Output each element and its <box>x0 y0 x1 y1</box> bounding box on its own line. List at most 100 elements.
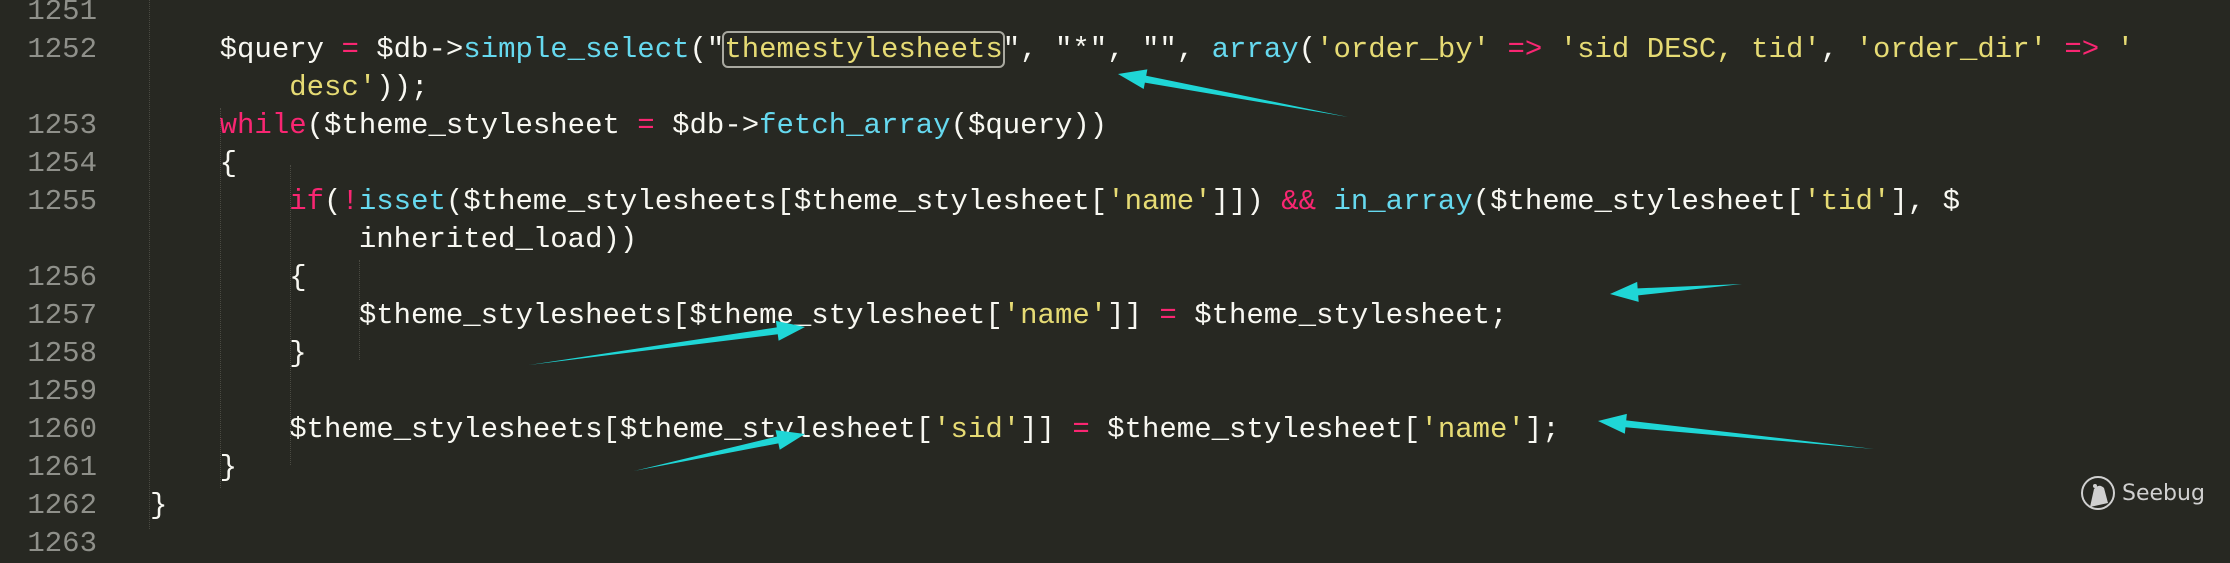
string-token: 'name' <box>1420 413 1525 446</box>
line-number[interactable]: 1254 <box>0 145 97 183</box>
code-text: $theme_stylesheets[$theme_stylesheet[ <box>150 299 1003 332</box>
code-text: { <box>150 261 307 294</box>
string-token: desc' <box>289 71 377 104</box>
code-text: ($theme_stylesheets[$theme_stylesheet[ <box>445 185 1108 218</box>
keyword-token: = <box>1072 413 1090 446</box>
code-content: $query = $db->simple_select("themestyles… <box>150 31 2134 69</box>
string-token: 'name' <box>1002 299 1108 332</box>
code-text: )); <box>376 71 429 104</box>
code-text: { <box>150 147 238 180</box>
code-content: desc')); <box>150 69 428 107</box>
code-content: inherited_load)) <box>150 221 637 259</box>
string-token: ' <box>2116 33 2135 66</box>
code-line: 1253 while($theme_stylesheet = $db->fetc… <box>0 107 2230 145</box>
code-content: } <box>150 487 167 525</box>
code-line: 1262} <box>0 487 2230 525</box>
keyword-token: => <box>2047 33 2100 66</box>
function-token: array <box>1211 33 1299 66</box>
string-token: 'sid DESC, tid' <box>1559 33 1821 66</box>
keyword-token: = <box>341 33 359 66</box>
keyword-token: = <box>1159 299 1177 332</box>
code-line: 1255 if(!isset($theme_stylesheets[$theme… <box>0 183 2230 221</box>
code-line: 1254 { <box>0 145 2230 183</box>
line-number[interactable]: 1260 <box>0 411 97 449</box>
code-line: 1257 $theme_stylesheets[$theme_styleshee… <box>0 297 2230 335</box>
function-token: fetch_array <box>759 109 951 142</box>
code-content: while($theme_stylesheet = $db->fetch_arr… <box>150 107 1108 145</box>
code-content: } <box>150 449 237 487</box>
string-token: 'name' <box>1107 185 1212 218</box>
code-text: ]]) <box>1211 185 1282 218</box>
code-text: $theme_stylesheet[ <box>1089 413 1421 446</box>
code-text: ( <box>324 185 342 218</box>
code-line: 1259 <box>0 373 2230 411</box>
code-line: 1258 } <box>0 335 2230 373</box>
code-text: inherited_load)) <box>150 223 638 256</box>
line-number[interactable]: 1253 <box>0 107 97 145</box>
string-token: 'tid' <box>1803 185 1891 218</box>
line-number[interactable]: 1255 <box>0 183 97 221</box>
seebug-bug-logo-icon <box>2081 476 2115 510</box>
highlighted-search-match: themestylesheets <box>722 31 1005 68</box>
code-editor[interactable]: 1251 1252 $query = $db->simple_select("th… <box>0 0 2230 563</box>
line-number[interactable]: 1262 <box>0 487 97 525</box>
code-text: ]] <box>1107 299 1160 332</box>
indent-guide <box>220 108 221 488</box>
code-line-wrap: inherited_load)) <box>0 221 2230 259</box>
keyword-token: if <box>289 185 325 218</box>
line-number[interactable]: 1258 <box>0 335 97 373</box>
indent-guide <box>149 0 150 529</box>
code-text: (" <box>689 33 725 66</box>
code-text: } <box>150 489 168 522</box>
code-text: $theme_stylesheet; <box>1176 299 1508 332</box>
string-token: 'order_dir' <box>1855 33 2047 66</box>
code-line: 1260 $theme_stylesheets[$theme_styleshee… <box>0 411 2230 449</box>
code-text: $theme_stylesheets[$theme_stylesheet[ <box>150 413 934 446</box>
code-text: ($query)) <box>950 109 1108 142</box>
function-token: simple_select <box>463 33 690 66</box>
line-number[interactable]: 1256 <box>0 259 97 297</box>
code-line: 1263 <box>0 525 2230 563</box>
seebug-watermark: Seebug <box>2080 475 2205 511</box>
code-line: 1261 } <box>0 449 2230 487</box>
code-text: , <box>1820 33 1856 66</box>
string-token: 'sid' <box>933 413 1021 446</box>
code-text: } <box>150 337 307 370</box>
code-text: ]; <box>1524 413 1560 446</box>
code-text: ( <box>1298 33 1317 66</box>
keyword-token: = <box>637 109 655 142</box>
code-text: ($theme_stylesheet[ <box>1472 185 1804 218</box>
line-number[interactable]: 1259 <box>0 373 97 411</box>
line-number[interactable]: 1251 <box>0 0 97 31</box>
line-number[interactable]: 1252 <box>0 31 97 69</box>
code-content: if(!isset($theme_stylesheets[$theme_styl… <box>150 183 1960 221</box>
code-line: 1256 { <box>0 259 2230 297</box>
code-text: } <box>150 451 238 484</box>
line-number[interactable]: 1261 <box>0 449 97 487</box>
code-line: 1252 $query = $db->simple_select("themes… <box>0 31 2230 69</box>
code-text: $db-> <box>654 109 760 142</box>
code-content: $theme_stylesheets[$theme_stylesheet['na… <box>150 297 1508 335</box>
line-number[interactable]: 1257 <box>0 297 97 335</box>
keyword-token: => <box>1490 33 1543 66</box>
code-text: ], $ <box>1890 185 1960 218</box>
keyword-token: while <box>219 109 307 142</box>
code-text: ", "*", "", <box>1002 33 1212 66</box>
code-text: ]] <box>1020 413 1073 446</box>
indent-guide <box>290 165 291 465</box>
string-token: 'order_by' <box>1316 33 1491 66</box>
code-line-wrap: desc')); <box>0 69 2230 107</box>
code-text: $db-> <box>358 33 464 66</box>
code-content: { <box>150 145 237 183</box>
line-number[interactable]: 1263 <box>0 525 97 563</box>
code-content: $theme_stylesheets[$theme_stylesheet['si… <box>150 411 1560 449</box>
keyword-token: && <box>1281 185 1317 218</box>
code-content: { <box>150 259 307 297</box>
watermark-text: Seebug <box>2122 480 2205 506</box>
code-line: 1251 <box>0 0 2230 31</box>
code-text: ($theme_stylesheet <box>306 109 638 142</box>
